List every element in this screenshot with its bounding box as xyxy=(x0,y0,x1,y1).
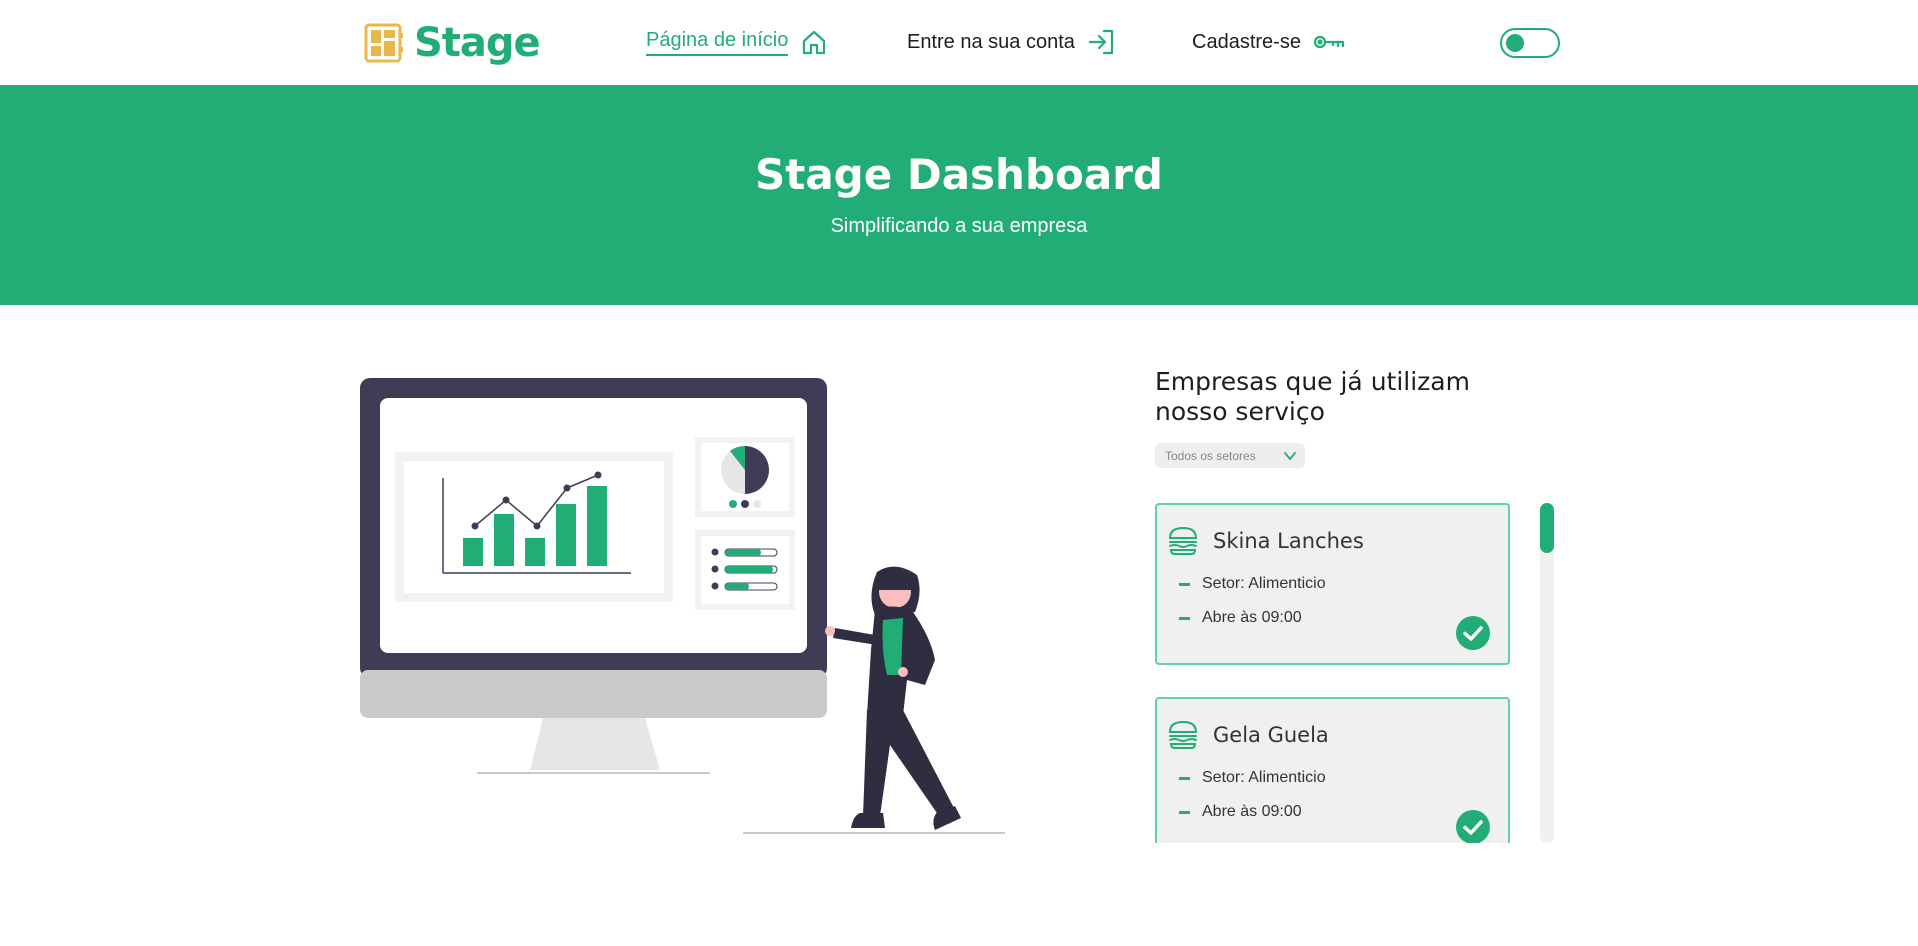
chevron-down-icon xyxy=(1284,452,1296,460)
logo[interactable]: Stage xyxy=(364,20,541,66)
nav-login-label: Entre na sua conta xyxy=(907,30,1075,53)
theme-toggle[interactable] xyxy=(1500,28,1560,58)
hero-banner: Stage Dashboard Simplificando a sua empr… xyxy=(0,85,1918,305)
hero-title: Stage Dashboard xyxy=(755,150,1163,199)
top-nav-bar: Stage Página de início Entre na sua cont… xyxy=(0,0,1918,85)
logo-icon xyxy=(364,23,403,63)
company-hours: Abre às 09:00 xyxy=(1179,609,1302,627)
home-icon xyxy=(803,30,826,55)
company-list-scrollbar[interactable] xyxy=(1540,503,1554,843)
burger-icon xyxy=(1168,526,1198,555)
company-sector-text: Setor: Alimenticio xyxy=(1202,575,1326,592)
brand-name: Stage xyxy=(414,20,541,66)
company-sector-text: Setor: Alimenticio xyxy=(1202,769,1326,786)
check-circle-icon xyxy=(1456,616,1490,650)
scrollbar-thumb[interactable] xyxy=(1540,503,1554,553)
login-icon xyxy=(1088,29,1113,55)
company-hours-text: Abre às 09:00 xyxy=(1202,803,1302,820)
key-icon xyxy=(1313,35,1345,49)
burger-icon xyxy=(1168,720,1198,749)
nav-login-link[interactable]: Entre na sua conta xyxy=(907,28,1115,56)
hero-subtitle: Simplificando a sua empresa xyxy=(830,215,1088,237)
nav-signup-link[interactable]: Cadastre-se xyxy=(1192,28,1345,56)
bullet-dash xyxy=(1179,616,1190,620)
sector-filter-select[interactable]: Todos os setores xyxy=(1155,443,1305,468)
company-name: Skina Lanches xyxy=(1213,529,1364,553)
theme-toggle-knob xyxy=(1506,34,1524,52)
company-name: Gela Guela xyxy=(1213,723,1329,747)
check-circle-icon xyxy=(1456,810,1490,843)
company-card[interactable]: Skina Lanches Setor: Alimenticio Abre às… xyxy=(1155,503,1510,665)
dashboard-illustration xyxy=(360,378,1005,834)
company-sector: Setor: Alimenticio xyxy=(1179,575,1326,593)
company-sector: Setor: Alimenticio xyxy=(1179,769,1326,787)
nav-home-label: Página de início xyxy=(646,29,789,56)
company-hours-text: Abre às 09:00 xyxy=(1202,609,1302,626)
bullet-dash xyxy=(1179,582,1190,586)
company-card[interactable]: Gela Guela Setor: Alimenticio Abre às 09… xyxy=(1155,697,1510,843)
company-list: Skina Lanches Setor: Alimenticio Abre às… xyxy=(1155,503,1510,843)
sector-filter-value: Todos os setores xyxy=(1165,449,1256,463)
bullet-dash xyxy=(1179,776,1190,780)
nav-signup-label: Cadastre-se xyxy=(1192,30,1301,53)
bullet-dash xyxy=(1179,810,1190,814)
nav-home-link[interactable]: Página de início xyxy=(646,28,828,56)
companies-heading: Empresas que já utilizam nosso serviço xyxy=(1155,367,1470,426)
company-hours: Abre às 09:00 xyxy=(1179,803,1302,821)
